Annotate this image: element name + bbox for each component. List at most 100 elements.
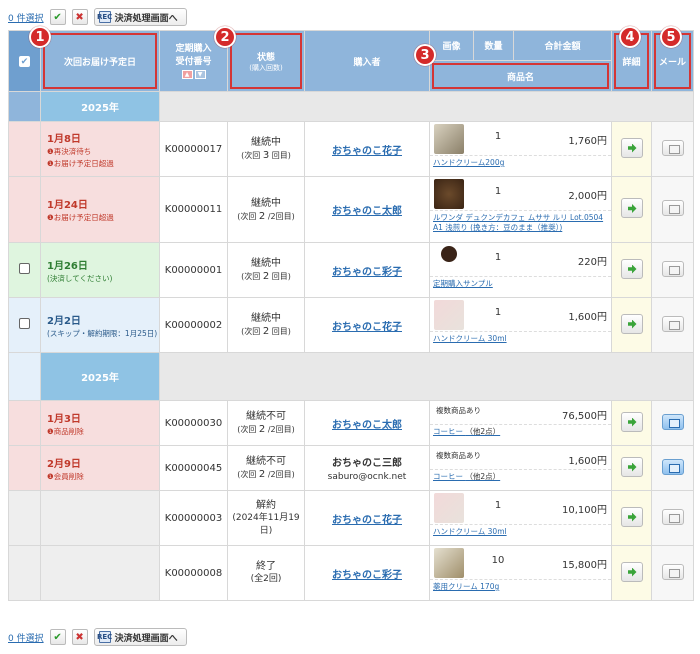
status-header[interactable]: 状態 (購入回数) <box>227 30 305 92</box>
status-cell: 継続中 (次回 2 回目) <box>227 242 305 298</box>
bottom-toolbar: 0 件選択 ✔ ✖ REC 決済処理画面へ <box>8 626 187 648</box>
subscription-table: ✔ 次回お届け予定日 定期購入受付番号 ▲ ▼ 状態 (購入回数) 購入者 画像 数量… <box>8 30 694 601</box>
order-number: K00000045 <box>159 445 228 491</box>
buyer-name: おちゃのこ三郎 <box>332 458 402 469</box>
callout-badge-2: 2 <box>214 26 236 48</box>
detail-button[interactable] <box>620 561 643 582</box>
row-checkbox[interactable] <box>19 263 30 274</box>
table-row[interactable]: K00000003 解約 (2024年11月19日) おちゃのこ花子 1 10,10… <box>8 490 694 546</box>
mail-button[interactable] <box>661 139 684 156</box>
payment-icon: REC <box>96 631 113 643</box>
product-image <box>434 179 464 209</box>
sort-asc-icon[interactable]: ▲ <box>181 69 193 79</box>
sort-desc-icon[interactable]: ▼ <box>194 69 206 79</box>
detail-button[interactable] <box>620 411 643 432</box>
uncheck-all-button[interactable]: ✖ <box>71 629 88 645</box>
total-header[interactable]: 合計金額 <box>513 30 612 61</box>
table-row[interactable]: 1月24日 ❶お届け予定日超過 K00000011 継続中 (次回 2 /2回目) … <box>8 176 694 243</box>
delivery-date: 2月9日 <box>47 458 81 470</box>
check-all-button[interactable]: ✔ <box>49 629 66 645</box>
year-label: 2025年 <box>40 91 160 122</box>
product-name-header: 商品名 <box>429 60 612 92</box>
delivery-date: 1月8日 <box>47 133 81 145</box>
product-image <box>434 548 464 578</box>
status-cell: 継続中 (次回 3 回目) <box>227 121 305 177</box>
table-row[interactable]: 1月8日 ❶再決済待ち ❶お届け予定日超過 K00000017 継続中 (次回 3 回… <box>8 121 694 177</box>
product-image <box>434 493 464 523</box>
check-all-button[interactable]: ✔ <box>49 9 66 25</box>
buyer-link[interactable]: おちゃのこ彩子 <box>332 570 402 581</box>
product-link[interactable]: ハンドクリーム 30ml <box>430 332 611 346</box>
delivery-date: 1月26日 <box>47 260 88 272</box>
buyer-header[interactable]: 購入者 <box>304 30 430 92</box>
product-image <box>434 300 464 330</box>
status-cell: 継続中 (次回 2 回目) <box>227 297 305 353</box>
selected-count-link[interactable]: 0 件選択 <box>8 631 44 644</box>
payment-icon: REC <box>96 11 113 23</box>
row-checkbox[interactable] <box>19 318 30 329</box>
table-row[interactable]: K00000008 終了 (全2回) おちゃのこ彩子 10 15,800円 薬用クリー… <box>8 545 694 601</box>
buyer-link[interactable]: おちゃのこ花子 <box>332 322 402 333</box>
table-row[interactable]: 1月26日 (決済してください) K00000001 継続中 (次回 2 回目) お… <box>8 242 694 298</box>
callout-badge-5: 5 <box>660 26 682 48</box>
buyer-link[interactable]: おちゃのこ彩子 <box>332 267 402 278</box>
table-row[interactable]: 2月9日 ❶会員削除 K00000045 継続不可 (次回 2 /2回目) おちゃの… <box>8 445 694 491</box>
next-delivery-header[interactable]: 次回お届け予定日 <box>40 30 160 92</box>
top-toolbar: 0 件選択 ✔ ✖ REC 決済処理画面へ <box>8 6 187 28</box>
selected-count-link[interactable]: 0 件選択 <box>8 11 44 24</box>
status-cell: 継続不可 (次回 2 /2回目) <box>227 400 305 446</box>
buyer-link[interactable]: おちゃのこ花子 <box>332 146 402 157</box>
order-number: K00000011 <box>159 176 228 243</box>
product-link[interactable]: ルワンダ デュクンデカフェ ムササ ルリ Lot.0504 A1 浅煎り (挽き… <box>430 211 611 235</box>
order-number: K00000017 <box>159 121 228 177</box>
process-payment-button[interactable]: REC 決済処理画面へ <box>93 8 187 26</box>
detail-button[interactable] <box>620 456 643 477</box>
product-link[interactable]: 薬用クリーム 170g <box>430 580 611 594</box>
uncheck-all-button[interactable]: ✖ <box>71 9 88 25</box>
buyer-link[interactable]: おちゃのこ太郎 <box>332 420 402 431</box>
detail-button[interactable] <box>620 137 643 158</box>
delivery-date: 1月3日 <box>47 413 81 425</box>
detail-button[interactable] <box>620 258 643 279</box>
buyer-link[interactable]: おちゃのこ花子 <box>332 515 402 526</box>
table-row[interactable]: 2月2日 (スキップ・解約期限：1月25日) K00000002 継続中 (次回 2… <box>8 297 694 353</box>
status-cell: 継続不可 (次回 2 /2回目) <box>227 445 305 491</box>
mail-button[interactable] <box>661 260 684 277</box>
delivery-date: 1月24日 <box>47 200 88 211</box>
callout-badge-4: 4 <box>619 26 641 48</box>
product-link[interactable]: ハンドクリーム 30ml <box>430 525 611 539</box>
status-cell: 終了 (全2回) <box>227 545 305 601</box>
process-payment-button[interactable]: REC 決済処理画面へ <box>93 628 187 646</box>
mail-button[interactable] <box>661 508 684 525</box>
product-link[interactable]: 定期購入サンプル <box>430 277 611 291</box>
order-number: K00000001 <box>159 242 228 298</box>
mail-button[interactable] <box>661 315 684 332</box>
buyer-link[interactable]: おちゃのこ太郎 <box>332 206 402 217</box>
status-cell: 継続中 (次回 2 /2回目) <box>227 176 305 243</box>
detail-button[interactable] <box>620 506 643 527</box>
order-number: K00000002 <box>159 297 228 353</box>
mail-button[interactable] <box>661 563 684 580</box>
product-link[interactable]: ハンドクリーム200g <box>430 156 611 170</box>
table-row[interactable]: 1月3日 ❶商品削除 K00000030 継続不可 (次回 2 /2回目) おちゃの… <box>8 400 694 446</box>
delivery-date: 2月2日 <box>47 315 81 327</box>
order-number: K00000008 <box>159 545 228 601</box>
year-label: 2025年 <box>40 352 160 401</box>
detail-button[interactable] <box>620 198 643 218</box>
order-number: K00000030 <box>159 400 228 446</box>
order-number: K00000003 <box>159 490 228 546</box>
product-link[interactable]: コーヒー <box>433 472 463 481</box>
buyer-email: saburo@ocnk.net <box>327 472 407 482</box>
product-link[interactable]: コーヒー <box>433 427 463 436</box>
mail-button[interactable] <box>661 458 684 475</box>
qty-header: 数量 <box>473 30 514 61</box>
callout-badge-1: 1 <box>29 26 51 48</box>
select-all-checkbox[interactable]: ✔ <box>19 55 30 67</box>
mail-button[interactable] <box>661 200 684 216</box>
detail-button[interactable] <box>620 313 643 334</box>
status-cell: 解約 (2024年11月19日) <box>227 490 305 546</box>
product-image <box>434 124 464 154</box>
image-header: 画像 <box>429 30 474 61</box>
mail-button[interactable] <box>661 413 684 430</box>
product-image <box>434 245 464 275</box>
